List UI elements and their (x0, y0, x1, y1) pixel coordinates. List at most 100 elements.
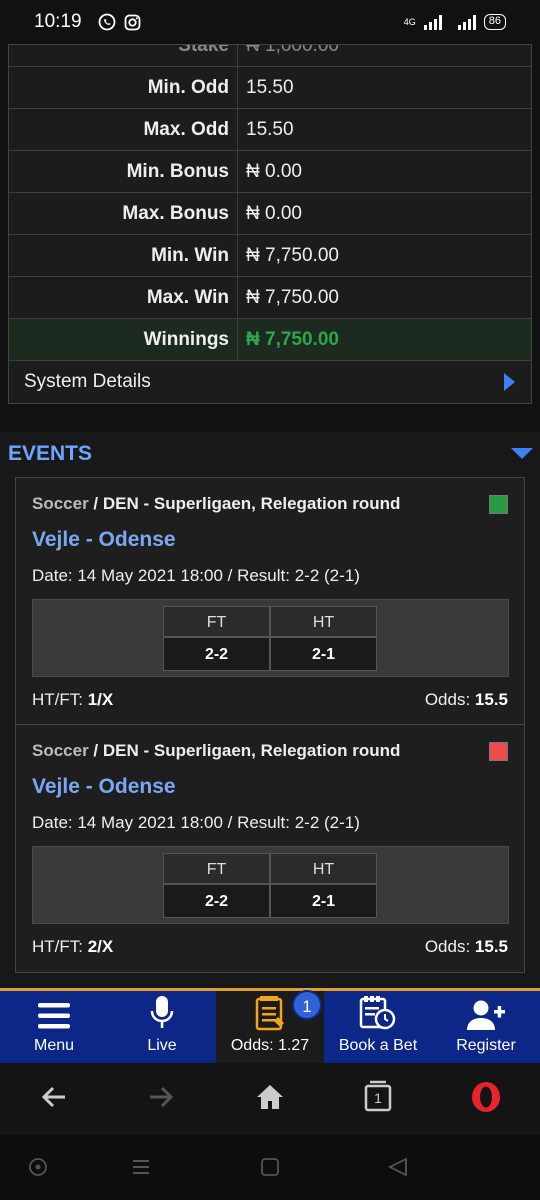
event-sport: Soccer (32, 741, 89, 760)
browser-toolbar: 1 (0, 1063, 540, 1135)
expand-right-icon[interactable] (504, 373, 515, 391)
tab-count: 1 (374, 1090, 382, 1106)
event-status-won-indicator (489, 495, 508, 514)
details-row-stake: Stake ₦ 1,000.00 (9, 45, 531, 67)
event-league: / DEN - Superligaen, Relegation round (88, 494, 401, 513)
home-button-icon[interactable] (260, 1157, 280, 1177)
row-value: 15.50 (246, 119, 294, 140)
event-match-link[interactable]: Vejle - Odense (32, 775, 176, 799)
status-bar: 10:19 4G 86 (0, 0, 540, 44)
score-box: FT HT 2-2 2-1 (32, 846, 509, 924)
system-details-label: System Details (24, 371, 151, 392)
score-value-ft: 2-2 (163, 884, 270, 918)
event-selection: HT/FT: 2/X (32, 937, 114, 956)
details-row-winnings: Winnings ₦ 7,750.00 (9, 319, 531, 361)
microphone-icon (150, 996, 174, 1028)
event-card: Soccer / DEN - Superligaen, Relegation r… (16, 478, 524, 725)
event-sport: Soccer (32, 494, 89, 513)
back-triangle-icon[interactable] (387, 1157, 409, 1177)
row-value: ₦ 7,750.00 (246, 287, 339, 308)
row-value: ₦ 1,000.00 (246, 45, 339, 56)
odds-value: 15.5 (474, 937, 508, 956)
events-list: Soccer / DEN - Superligaen, Relegation r… (15, 477, 525, 973)
assistant-dot-icon[interactable] (28, 1157, 48, 1177)
bet-details-table: Stake ₦ 1,000.00 Min. Odd 15.50 Max. Odd… (8, 44, 532, 404)
system-nav-bar (0, 1135, 540, 1200)
score-box: FT HT 2-2 2-1 (32, 599, 509, 677)
row-value: ₦ 0.00 (246, 161, 302, 182)
nav-label: Live (147, 1037, 177, 1054)
betslip-icon (255, 996, 284, 1031)
menu-icon (38, 1003, 70, 1029)
event-odds: Odds: 15.5 (424, 690, 508, 709)
recents-icon[interactable] (131, 1157, 151, 1177)
events-header[interactable]: EVENTS (0, 432, 540, 476)
add-user-icon (467, 1000, 505, 1030)
row-label: Min. Bonus (9, 151, 238, 192)
row-label: Winnings (9, 319, 238, 360)
details-row-max-bonus: Max. Bonus ₦ 0.00 (9, 193, 531, 235)
battery-icon: 86 (483, 14, 506, 30)
details-row-min-bonus: Min. Bonus ₦ 0.00 (9, 151, 531, 193)
event-match-link[interactable]: Vejle - Odense (32, 528, 176, 552)
score-value-ht: 2-1 (270, 637, 377, 671)
score-value-ft: 2-2 (163, 637, 270, 671)
odds-value: 15.5 (474, 690, 508, 709)
row-value: ₦ 0.00 (246, 203, 302, 224)
score-value-ht: 2-1 (270, 884, 377, 918)
nav-book-a-bet[interactable]: Book a Bet (324, 991, 432, 1063)
signal-icon-2 (457, 14, 476, 30)
score-header-ft: FT (163, 853, 270, 884)
details-row-min-win: Min. Win ₦ 7,750.00 (9, 235, 531, 277)
system-details-toggle[interactable]: System Details (9, 361, 531, 403)
whatsapp-icon (98, 13, 115, 31)
back-arrow-icon[interactable] (40, 1083, 68, 1111)
event-date-result: Date: 14 May 2021 18:00 / Result: 2-2 (2… (32, 813, 360, 832)
nav-label: Book a Bet (338, 1037, 418, 1054)
status-time: 10:19 (34, 11, 82, 32)
bottom-nav: Menu Live Odds: 1.27 1 Book a Bet Regist… (0, 988, 540, 1063)
events-title: EVENTS (8, 442, 93, 465)
opera-logo-icon[interactable] (470, 1081, 502, 1113)
events-section: EVENTS Soccer / DEN - Superligaen, Releg… (0, 432, 540, 988)
event-status-lost-indicator (489, 742, 508, 761)
row-value: ₦ 7,750.00 (246, 245, 339, 266)
winnings-value: ₦ 7,750.00 (246, 329, 339, 350)
nav-label: Menu (33, 1037, 75, 1054)
details-row-max-win: Max. Win ₦ 7,750.00 (9, 277, 531, 319)
instagram-icon (124, 14, 140, 30)
score-header-ft: FT (163, 606, 270, 637)
betslip-count-badge: 1 (292, 990, 322, 1020)
collapse-down-icon[interactable] (511, 448, 533, 459)
row-label: Min. Win (9, 235, 238, 276)
row-label: Max. Bonus (9, 193, 238, 234)
details-row-min-odd: Min. Odd 15.50 (9, 67, 531, 109)
score-header-ht: HT (270, 853, 377, 884)
score-header-ht: HT (270, 606, 377, 637)
nav-betslip[interactable]: Odds: 1.27 1 (216, 990, 324, 1063)
nav-live[interactable]: Live (108, 991, 216, 1063)
nav-label: Register (456, 1037, 516, 1054)
home-icon[interactable] (255, 1083, 285, 1111)
selection-value: 2/X (87, 937, 114, 956)
selection-value: 1/X (87, 690, 114, 709)
score-table: FT HT 2-2 2-1 (163, 606, 377, 671)
event-card: Soccer / DEN - Superligaen, Relegation r… (16, 725, 524, 972)
forward-arrow-icon[interactable] (147, 1083, 175, 1111)
row-value: 15.50 (246, 77, 294, 98)
event-date-result: Date: 14 May 2021 18:00 / Result: 2-2 (2… (32, 566, 360, 585)
nav-register[interactable]: Register (432, 991, 540, 1063)
score-table: FT HT 2-2 2-1 (163, 853, 377, 918)
tabs-button[interactable]: 1 (364, 1080, 392, 1112)
signal-icon (423, 14, 442, 30)
event-league: / DEN - Superligaen, Relegation round (88, 741, 401, 760)
bet-details-section: Stake ₦ 1,000.00 Min. Odd 15.50 Max. Odd… (0, 44, 540, 416)
network-type: 4G (403, 16, 416, 27)
event-odds: Odds: 15.5 (424, 937, 508, 956)
book-bet-icon (359, 996, 396, 1030)
details-row-max-odd: Max. Odd 15.50 (9, 109, 531, 151)
event-selection: HT/FT: 1/X (32, 690, 114, 709)
nav-label-odds: Odds: 1.27 (230, 1037, 310, 1054)
nav-menu[interactable]: Menu (0, 991, 108, 1063)
row-label: Max. Win (9, 277, 238, 318)
